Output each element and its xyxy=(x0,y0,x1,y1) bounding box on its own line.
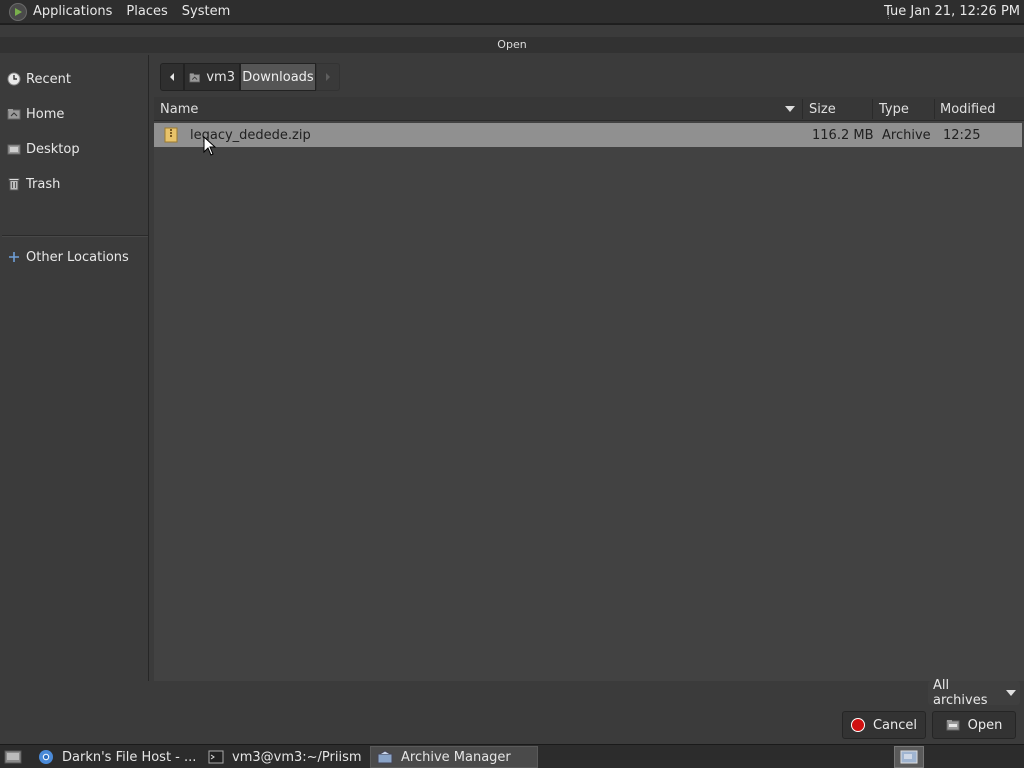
sidebar-divider xyxy=(2,235,148,237)
clock[interactable]: Tue Jan 21, 12:26 PM xyxy=(884,4,1020,19)
trash-icon xyxy=(7,177,21,191)
open-file-dialog: Open Recent Home Desktop Trash Other Loc… xyxy=(0,24,1024,745)
list-header: Name Size Type Modified xyxy=(154,97,1024,121)
chevron-down-icon xyxy=(1006,690,1016,696)
task-label: Archive Manager xyxy=(401,749,511,765)
column-divider xyxy=(872,99,873,119)
cancel-button[interactable]: Cancel xyxy=(842,711,926,739)
chrome-icon xyxy=(39,750,53,764)
workspace-icon xyxy=(900,750,918,764)
desktop-icon xyxy=(7,142,21,156)
column-divider xyxy=(802,99,803,119)
workspace-switcher[interactable] xyxy=(894,746,924,768)
file-list[interactable]: Name Size Type Modified legacy_dedede.zi… xyxy=(154,97,1024,681)
dialog-title: Open xyxy=(0,37,1024,53)
sidebar-item-recent[interactable]: Recent xyxy=(2,65,148,93)
sidebar-item-label: Home xyxy=(26,106,65,122)
sidebar-item-label: Recent xyxy=(26,71,71,87)
sidebar-item-label: Other Locations xyxy=(26,249,129,265)
filter-label: All archives xyxy=(933,678,988,708)
cancel-label: Cancel xyxy=(872,717,918,733)
file-modified: 12:25 xyxy=(943,128,981,143)
path-button-downloads[interactable]: Downloads xyxy=(240,63,316,91)
file-type: Archive xyxy=(882,128,931,143)
column-header-size[interactable]: Size xyxy=(809,102,836,117)
plus-icon xyxy=(7,250,21,264)
home-folder-icon xyxy=(7,107,21,121)
sidebar-item-label: Trash xyxy=(26,176,61,192)
menu-system[interactable]: System xyxy=(182,4,230,19)
terminal-icon xyxy=(208,750,224,764)
places-sidebar: Recent Home Desktop Trash Other Location… xyxy=(2,55,149,681)
path-forward-button[interactable] xyxy=(316,63,340,91)
sort-descending-icon xyxy=(785,106,795,112)
applications-logo-icon[interactable] xyxy=(9,2,27,21)
archive-manager-icon xyxy=(377,750,393,764)
taskbar: Darkn's File Host - ... vm3@vm3:~/Priism… xyxy=(0,744,1024,768)
column-header-modified[interactable]: Modified xyxy=(940,102,995,117)
recent-icon xyxy=(7,72,21,86)
menu-applications[interactable]: Applications xyxy=(33,4,112,19)
sidebar-item-trash[interactable]: Trash xyxy=(2,170,148,198)
zip-archive-icon xyxy=(164,127,178,143)
home-folder-icon xyxy=(189,72,200,82)
top-panel: Applications Places System Tue Jan 21, 1… xyxy=(0,0,1024,24)
chevron-left-icon xyxy=(170,73,174,81)
open-button[interactable]: Open xyxy=(932,711,1016,739)
task-label: Darkn's File Host - ... xyxy=(62,749,197,765)
taskbar-item-terminal[interactable]: vm3@vm3:~/Priism xyxy=(202,746,368,768)
chevron-right-icon xyxy=(326,73,330,81)
menu-places[interactable]: Places xyxy=(126,4,167,19)
task-label: vm3@vm3:~/Priism xyxy=(232,749,362,765)
show-desktop-button[interactable] xyxy=(0,746,30,768)
file-row[interactable]: legacy_dedede.zip 116.2 MB Archive 12:25 xyxy=(154,123,1022,147)
cancel-icon xyxy=(850,718,865,732)
sidebar-item-home[interactable]: Home xyxy=(2,100,148,128)
path-button-label: vm3 xyxy=(206,69,235,85)
column-divider xyxy=(934,99,935,119)
file-type-filter[interactable]: All archives xyxy=(928,678,1020,708)
column-header-type[interactable]: Type xyxy=(879,102,909,117)
open-folder-icon xyxy=(946,720,960,731)
path-button-home[interactable]: vm3 xyxy=(184,63,240,91)
sidebar-item-label: Desktop xyxy=(26,141,80,157)
path-bar: vm3 Downloads xyxy=(160,63,340,91)
column-header-name[interactable]: Name xyxy=(160,102,198,117)
taskbar-item-browser[interactable]: Darkn's File Host - ... xyxy=(32,746,200,768)
sidebar-item-desktop[interactable]: Desktop xyxy=(2,135,148,163)
show-desktop-icon xyxy=(4,750,22,764)
taskbar-item-archive-manager[interactable]: Archive Manager xyxy=(370,746,538,768)
path-back-button[interactable] xyxy=(160,63,184,91)
file-size: 116.2 MB xyxy=(812,128,874,143)
sidebar-item-other-locations[interactable]: Other Locations xyxy=(2,243,148,271)
open-label: Open xyxy=(967,717,1003,733)
mouse-pointer-icon xyxy=(203,136,217,156)
